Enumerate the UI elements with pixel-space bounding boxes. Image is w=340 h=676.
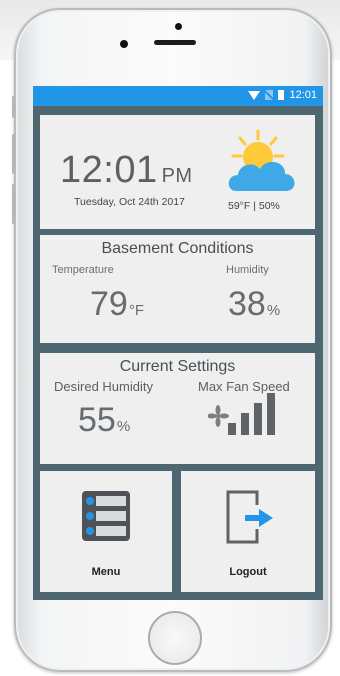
- temperature-label: Temperature: [52, 264, 114, 276]
- current-time: 12:01 PM: [60, 149, 193, 192]
- humidity-value: 38: [228, 285, 266, 323]
- mute-switch: [12, 96, 15, 118]
- current-date: Tuesday, Oct 24th 2017: [74, 196, 185, 208]
- battery-icon: [278, 90, 285, 100]
- outdoor-weather-summary: 59°F | 50%: [228, 200, 280, 212]
- basement-conditions-panel: Basement Conditions Temperature Humidity…: [40, 235, 315, 343]
- desired-humidity-value: 55: [78, 401, 116, 439]
- desired-humidity-reading: 55%: [78, 401, 130, 440]
- logout-button[interactable]: Logout: [181, 471, 315, 592]
- humidity-reading: 38%: [228, 285, 280, 324]
- fan-speed-bar: [267, 393, 275, 435]
- front-camera: [120, 40, 128, 48]
- list-icon: [82, 491, 130, 541]
- app-screen: 12:01 12:01 PM Tuesday, Oct 24th 2017 59°…: [33, 86, 323, 600]
- menu-label: Menu: [91, 566, 121, 578]
- status-time: 12:01: [289, 89, 317, 101]
- weather-panel: 12:01 PM Tuesday, Oct 24th 2017 59°F | 50…: [40, 115, 315, 229]
- temperature-unit: °F: [128, 302, 144, 319]
- fan-speed-bar: [241, 413, 249, 435]
- settings-title: Current Settings: [119, 358, 236, 375]
- earpiece-speaker: [154, 40, 196, 45]
- menu-button[interactable]: Menu: [40, 471, 172, 592]
- volume-up-button: [12, 134, 15, 174]
- fan-speed-bar: [254, 403, 262, 435]
- time-ampm: PM: [161, 165, 193, 187]
- logout-label: Logout: [229, 566, 267, 578]
- home-button[interactable]: [148, 611, 202, 665]
- temperature-value: 79: [90, 285, 128, 323]
- logout-icon: [226, 490, 273, 544]
- partly-sunny-icon: [222, 129, 302, 195]
- humidity-label: Humidity: [226, 264, 269, 276]
- current-settings-panel[interactable]: Current Settings Desired Humidity Max Fa…: [40, 353, 315, 464]
- fan-speed-bar: [228, 423, 236, 435]
- volume-down-button: [12, 184, 15, 224]
- wifi-icon: [248, 90, 261, 100]
- time-value: 12:01: [60, 149, 158, 191]
- status-bar: 12:01: [33, 86, 323, 106]
- desired-humidity-label: Desired Humidity: [54, 379, 153, 394]
- temperature-reading: 79°F: [90, 285, 144, 324]
- humidity-unit: %: [266, 302, 281, 319]
- basement-title: Basement Conditions: [101, 240, 254, 257]
- proximity-sensor: [175, 23, 182, 30]
- fan-speed-bars: [228, 393, 275, 435]
- desired-humidity-unit: %: [116, 418, 131, 435]
- no-sim-icon: [265, 90, 274, 100]
